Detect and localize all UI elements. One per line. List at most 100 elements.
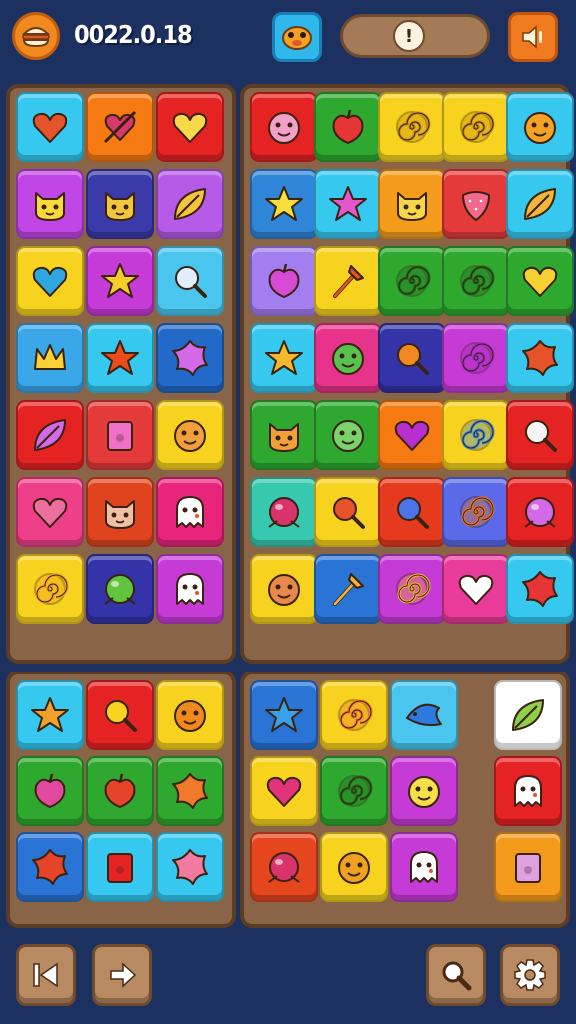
game-tile[interactable] xyxy=(494,680,562,750)
game-tile[interactable] xyxy=(16,680,84,750)
bottom-bar xyxy=(0,930,576,1024)
game-tile[interactable] xyxy=(378,477,446,547)
search-icon xyxy=(442,961,472,991)
game-tile[interactable] xyxy=(390,756,458,826)
game-tile[interactable] xyxy=(156,477,224,547)
game-tile[interactable] xyxy=(156,756,224,826)
mascot-button[interactable] xyxy=(272,12,322,62)
game-tile[interactable] xyxy=(86,323,154,393)
forward-button[interactable] xyxy=(92,944,152,1006)
game-tile[interactable] xyxy=(156,169,224,239)
game-tile[interactable] xyxy=(314,169,382,239)
game-tile[interactable] xyxy=(250,554,318,624)
game-tile[interactable] xyxy=(250,246,318,316)
game-tile[interactable] xyxy=(250,400,318,470)
heart-icon xyxy=(32,266,68,297)
flower-icon xyxy=(172,849,208,885)
game-tile[interactable] xyxy=(16,756,84,826)
game-tile[interactable] xyxy=(378,400,446,470)
game-tile[interactable] xyxy=(320,756,388,826)
game-tile[interactable] xyxy=(156,680,224,750)
game-tile[interactable] xyxy=(442,400,510,470)
back-button[interactable] xyxy=(16,944,76,1006)
game-tile[interactable] xyxy=(314,554,382,624)
game-tile[interactable] xyxy=(314,477,382,547)
game-tile[interactable] xyxy=(16,554,84,624)
game-tile[interactable] xyxy=(390,832,458,902)
game-tile[interactable] xyxy=(250,323,318,393)
face-icon xyxy=(174,420,206,452)
game-tile[interactable] xyxy=(86,680,154,750)
game-tile[interactable] xyxy=(250,477,318,547)
face-icon xyxy=(524,112,556,144)
game-tile[interactable] xyxy=(156,554,224,624)
game-tile[interactable] xyxy=(250,92,318,162)
game-tile[interactable] xyxy=(390,680,458,750)
game-tile[interactable] xyxy=(16,400,84,470)
game-tile[interactable] xyxy=(250,756,318,826)
magnifier-icon xyxy=(175,266,207,298)
game-tile[interactable] xyxy=(378,92,446,162)
cat-icon xyxy=(35,192,65,221)
game-tile[interactable] xyxy=(506,554,574,624)
game-tile[interactable] xyxy=(16,169,84,239)
game-tile[interactable] xyxy=(442,92,510,162)
exclamation-icon: ! xyxy=(393,20,425,52)
game-tile[interactable] xyxy=(86,400,154,470)
game-tile[interactable] xyxy=(86,554,154,624)
game-tile[interactable] xyxy=(16,246,84,316)
game-tile[interactable] xyxy=(156,400,224,470)
game-tile[interactable] xyxy=(494,832,562,902)
game-tile[interactable] xyxy=(442,554,510,624)
game-tile[interactable] xyxy=(378,323,446,393)
game-tile[interactable] xyxy=(378,246,446,316)
game-tile[interactable] xyxy=(250,680,318,750)
game-tile[interactable] xyxy=(506,246,574,316)
square-icon xyxy=(107,853,133,883)
game-tile[interactable] xyxy=(156,832,224,902)
sound-button[interactable] xyxy=(508,12,558,62)
game-tile[interactable] xyxy=(156,246,224,316)
magnifier-icon xyxy=(397,343,429,375)
ghost-icon xyxy=(176,573,204,605)
game-tile[interactable] xyxy=(506,92,574,162)
game-tile[interactable] xyxy=(378,169,446,239)
menu-button[interactable] xyxy=(12,12,60,60)
game-tile[interactable] xyxy=(314,92,382,162)
game-tile[interactable] xyxy=(320,680,388,750)
game-tile[interactable] xyxy=(16,832,84,902)
search-button[interactable] xyxy=(426,944,486,1006)
settings-button[interactable] xyxy=(500,944,560,1006)
hint-bar[interactable]: ! xyxy=(340,14,490,58)
game-tile[interactable] xyxy=(250,832,318,902)
flower-icon xyxy=(172,340,208,376)
game-tile[interactable] xyxy=(86,832,154,902)
game-tile[interactable] xyxy=(314,323,382,393)
game-tile[interactable] xyxy=(442,169,510,239)
game-tile[interactable] xyxy=(506,400,574,470)
game-tile[interactable] xyxy=(16,323,84,393)
game-tile[interactable] xyxy=(442,323,510,393)
game-tile[interactable] xyxy=(86,246,154,316)
game-tile[interactable] xyxy=(86,92,154,162)
game-tile[interactable] xyxy=(86,477,154,547)
game-tile[interactable] xyxy=(378,554,446,624)
game-tile[interactable] xyxy=(16,477,84,547)
game-tile[interactable] xyxy=(494,756,562,826)
game-tile[interactable] xyxy=(86,756,154,826)
game-tile[interactable] xyxy=(506,169,574,239)
game-tile[interactable] xyxy=(320,832,388,902)
game-tile[interactable] xyxy=(156,92,224,162)
game-tile[interactable] xyxy=(314,246,382,316)
game-tile[interactable] xyxy=(250,169,318,239)
game-tile[interactable] xyxy=(86,169,154,239)
game-tile[interactable] xyxy=(314,400,382,470)
game-tile[interactable] xyxy=(156,323,224,393)
apple-icon xyxy=(34,773,66,808)
game-tile[interactable] xyxy=(16,92,84,162)
game-tile[interactable] xyxy=(442,246,510,316)
game-tile[interactable] xyxy=(506,477,574,547)
star-icon xyxy=(31,697,69,732)
game-tile[interactable] xyxy=(442,477,510,547)
game-tile[interactable] xyxy=(506,323,574,393)
